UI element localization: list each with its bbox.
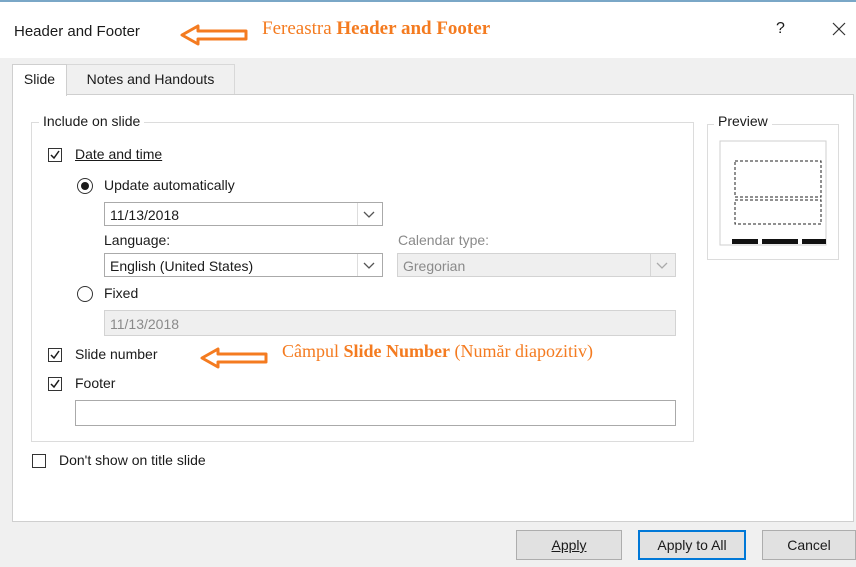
fixed-label: Fixed <box>104 285 139 301</box>
date-time-checkbox[interactable] <box>48 148 62 162</box>
window-annotation: Fereastra Header and Footer <box>262 18 490 40</box>
footer-label: Footer <box>75 375 116 391</box>
footer-checkbox[interactable] <box>48 377 62 391</box>
preview-group <box>707 124 839 260</box>
apply-button-label: Apply <box>551 537 587 553</box>
close-icon <box>832 22 846 36</box>
calendar-type-label: Calendar type: <box>398 232 490 248</box>
language-label: Language: <box>104 232 171 248</box>
fixed-date-value: 11/13/2018 <box>110 316 180 332</box>
language-select[interactable]: English (United States) <box>104 253 383 277</box>
date-format-value: 11/13/2018 <box>110 207 180 223</box>
dont-show-on-title-slide-checkbox[interactable] <box>32 454 46 468</box>
language-dropdown[interactable] <box>357 254 382 276</box>
date-format-dropdown[interactable] <box>357 203 382 225</box>
fixed-date-input: 11/13/2018 <box>104 310 676 336</box>
date-time-label: Date and time <box>75 146 162 162</box>
update-automatically-label: Update automatically <box>104 177 235 193</box>
window-annotation-bold: Header and Footer <box>336 18 491 39</box>
chevron-down-icon <box>363 211 375 218</box>
header-footer-dialog: Header and Footer ? Fereastra Header and… <box>0 0 856 567</box>
slide-number-annotation: Câmpul Slide Number (Număr diapozitiv) <box>282 341 593 362</box>
arrow-left-icon <box>180 24 248 46</box>
chevron-down-icon <box>363 262 375 269</box>
include-on-slide-group <box>31 122 694 442</box>
chevron-down-icon <box>656 262 668 269</box>
cancel-button[interactable]: Cancel <box>762 530 856 560</box>
checkbox-checked-icon <box>50 350 60 360</box>
window-annotation-prefix: Fereastra <box>262 18 337 39</box>
language-value: English (United States) <box>110 258 254 274</box>
update-automatically-radio[interactable] <box>77 178 93 194</box>
tab-slide[interactable]: Slide <box>12 64 67 96</box>
apply-to-all-button[interactable]: Apply to All <box>638 530 746 560</box>
slide-number-checkbox[interactable] <box>48 348 62 362</box>
calendar-type-dropdown <box>650 254 675 276</box>
date-time-label-text: Date and time <box>75 146 163 162</box>
slide-number-label: Slide number <box>75 346 158 362</box>
slide-number-annotation-prefix: Câmpul <box>282 341 344 361</box>
calendar-type-value: Gregorian <box>403 258 466 274</box>
checkbox-checked-icon <box>50 379 60 389</box>
date-format-select[interactable]: 11/13/2018 <box>104 202 383 226</box>
window-title: Header and Footer <box>14 23 140 40</box>
dont-show-on-title-slide-label: Don't show on title slide <box>59 452 206 468</box>
preview-slide-thumbnail <box>719 140 827 246</box>
calendar-type-select: Gregorian <box>397 253 676 277</box>
radio-selected-icon <box>81 182 89 190</box>
fixed-radio[interactable] <box>77 286 93 302</box>
slide-number-annotation-suffix: (Număr diapozitiv) <box>450 341 593 361</box>
preview-legend: Preview <box>714 113 772 129</box>
footer-input[interactable] <box>75 400 676 426</box>
help-button[interactable]: ? <box>776 20 785 38</box>
apply-button[interactable]: Apply <box>516 530 622 560</box>
arrow-left-icon <box>200 347 268 369</box>
checkbox-checked-icon <box>50 150 60 160</box>
include-on-slide-legend: Include on slide <box>39 113 145 129</box>
slide-number-annotation-bold: Slide Number <box>343 341 451 361</box>
tab-notes-and-handouts[interactable]: Notes and Handouts <box>67 64 235 94</box>
